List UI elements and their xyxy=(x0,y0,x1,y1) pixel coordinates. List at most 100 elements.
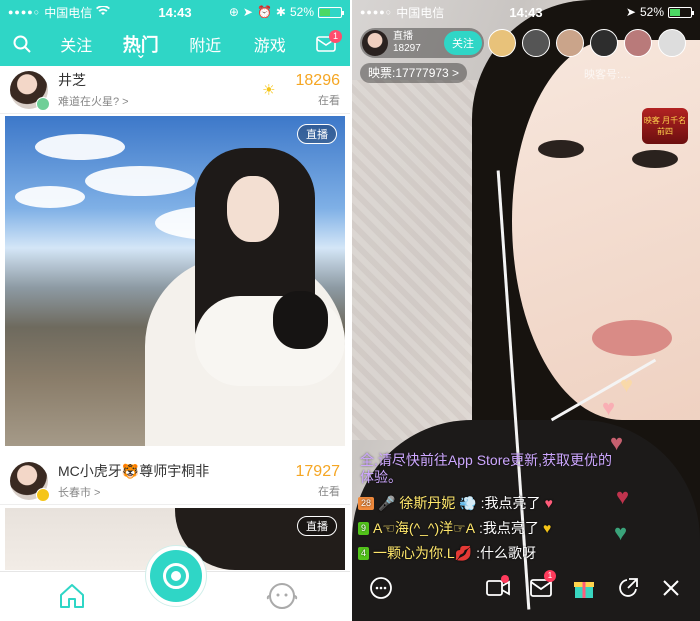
profile-tab[interactable] xyxy=(266,580,298,617)
lock-rotation-icon: ⊕ xyxy=(228,5,239,19)
anchor-live-label: 直播 xyxy=(393,31,413,42)
chat-username[interactable]: 一颗心为你.L💋 xyxy=(373,543,472,563)
viewer-avatar[interactable] xyxy=(658,29,686,57)
user-level-badge: 28 xyxy=(358,496,375,510)
floating-heart-icon: ♥ xyxy=(602,395,616,420)
avatar[interactable] xyxy=(10,70,50,111)
alarm-icon: ⏰ xyxy=(256,5,272,19)
notification-dot xyxy=(500,575,509,583)
level-badge-icon xyxy=(36,96,50,111)
chat-text: :什么歌呀 xyxy=(476,545,537,561)
tab-games[interactable]: 游戏 xyxy=(238,32,303,56)
wifi-icon xyxy=(96,5,111,19)
signal-icon: ●●●●○ xyxy=(8,7,41,17)
live-tag: 直播 xyxy=(297,516,337,536)
viewer-avatar[interactable] xyxy=(590,29,618,57)
live-cover-image[interactable]: 直播 xyxy=(5,116,345,446)
avatar[interactable] xyxy=(10,461,50,502)
carrier-label: 中国电信 xyxy=(396,5,445,20)
streamer-location[interactable]: 长春市 > xyxy=(58,484,296,500)
go-live-button[interactable] xyxy=(146,546,206,606)
home-tab[interactable] xyxy=(58,582,86,615)
watching-label: 在看 xyxy=(318,485,340,498)
streamer-location[interactable]: 难道在火星? > xyxy=(58,93,262,109)
live-room-screen: ●●●●○ 中国电信 14:43 ➤ 52% 直播 18297 关注 映票:17… xyxy=(352,0,700,621)
chat-text: :我点亮了 xyxy=(480,495,541,511)
chat-text: :我点亮了 xyxy=(479,520,539,536)
viewer-avatar[interactable] xyxy=(488,29,516,57)
viewer-count: 17927 xyxy=(295,462,341,480)
clock: 14:43 xyxy=(158,4,192,20)
chat-message: 28 🎤 徐斯丹妮 💨 :我点亮了 ♥ xyxy=(358,492,553,514)
feed-item-header[interactable]: 井芝 难道在火星? > ☀ 18296 在看 xyxy=(0,66,350,114)
search-button[interactable] xyxy=(0,35,44,53)
tab-hot[interactable]: 热门 xyxy=(109,31,174,57)
chat-username[interactable]: 🎤 徐斯丹妮 💨 xyxy=(378,493,477,513)
watermark: 映客号:… xyxy=(584,69,632,81)
live-tag: 直播 xyxy=(297,124,337,144)
chat-message: 4 一颗心为你.L💋 :什么歌呀 xyxy=(358,542,536,564)
ticket-count[interactable]: 映票:17777973 > xyxy=(360,63,468,83)
viewer-avatar[interactable] xyxy=(522,29,550,57)
follow-button[interactable]: 关注 xyxy=(444,31,482,55)
camera-icon xyxy=(163,563,189,589)
tab-following[interactable]: 关注 xyxy=(44,32,109,56)
user-level-badge: 4 xyxy=(358,546,370,560)
gift-button[interactable] xyxy=(569,573,599,603)
location-icon: ➤ xyxy=(242,5,253,19)
live-toolbar: 1 xyxy=(352,566,700,610)
battery-percent: 52% xyxy=(639,5,664,19)
close-button[interactable] xyxy=(656,573,686,603)
search-icon xyxy=(13,35,31,53)
gift-icon xyxy=(574,582,595,598)
home-icon xyxy=(60,584,84,608)
top-nav-bar: ●●●●○ 中国电信 14:43 ⊕ ➤ ⏰ ✱ 52% 关注 热门 附 xyxy=(0,0,350,66)
feed-item-header[interactable]: MC小虎牙🐯尊师宇桐非 长春市 > 17927 在看 xyxy=(0,457,350,505)
battery-icon xyxy=(668,6,694,18)
viewer-count: 18296 xyxy=(295,71,341,89)
battery-percent: 52% xyxy=(289,5,314,19)
chat-username[interactable]: A☜海(^_^)洋☞A xyxy=(373,518,475,538)
heart-icon: ♥ xyxy=(544,495,553,511)
system-message: 全,请尽快前往App Store更新,获取更优的体验。 xyxy=(360,452,613,485)
status-bar: ●●●●○ 中国电信 14:43 ➤ 52% xyxy=(352,0,700,24)
floating-heart-icon: ♥ xyxy=(620,372,634,397)
sun-icon: ☀ xyxy=(262,81,276,99)
status-bar: ●●●●○ 中国电信 14:43 ⊕ ➤ ⏰ ✱ 52% xyxy=(0,0,350,24)
share-icon xyxy=(618,578,638,597)
anchor-avatar[interactable] xyxy=(362,30,388,56)
viewer-avatar[interactable] xyxy=(556,29,584,57)
user-level-badge: 9 xyxy=(358,521,370,535)
mail-badge: 1 xyxy=(329,30,342,43)
messages-button[interactable]: 1 xyxy=(302,30,350,52)
carrier-label: 中国电信 xyxy=(44,5,93,20)
close-icon xyxy=(663,580,679,596)
comment-button[interactable] xyxy=(366,573,396,603)
tab-nearby[interactable]: 附近 xyxy=(173,32,238,56)
floating-heart-icon: ♥ xyxy=(614,520,628,545)
anchor-info[interactable]: 直播 18297 关注 xyxy=(360,28,484,58)
battery-icon xyxy=(318,6,344,18)
private-message-button[interactable]: 1 xyxy=(526,570,556,603)
streamer-name: MC小虎牙🐯尊师宇桐非 xyxy=(58,463,210,479)
watching-label: 在看 xyxy=(318,94,340,107)
chat-message: 9 A☜海(^_^)洋☞A :我点亮了 ♥ xyxy=(358,517,551,539)
streamer-name: 井芝 xyxy=(58,72,86,88)
video-chat-button[interactable] xyxy=(483,573,513,603)
viewer-avatar-list xyxy=(488,26,698,60)
signal-icon: ●●●●○ xyxy=(360,7,393,17)
share-button[interactable] xyxy=(613,573,643,603)
clock: 14:43 xyxy=(509,4,543,20)
level-badge-icon xyxy=(36,487,50,502)
floating-heart-icon: ♥ xyxy=(610,430,624,455)
rank-badge[interactable]: 映客 月千名前四 xyxy=(642,108,688,144)
home-screen: ●●●●○ 中国电信 14:43 ⊕ ➤ ⏰ ✱ 52% 关注 热门 附 xyxy=(0,0,350,621)
location-icon: ➤ xyxy=(625,5,636,19)
chat-bubble-icon xyxy=(370,577,392,599)
bluetooth-icon: ✱ xyxy=(275,5,286,19)
heart-icon: ♥ xyxy=(542,520,552,536)
floating-heart-icon: ♥ xyxy=(616,484,630,509)
viewer-avatar[interactable] xyxy=(624,29,652,57)
message-badge: 1 xyxy=(543,570,556,582)
anchor-viewer-count: 18297 xyxy=(393,43,421,54)
